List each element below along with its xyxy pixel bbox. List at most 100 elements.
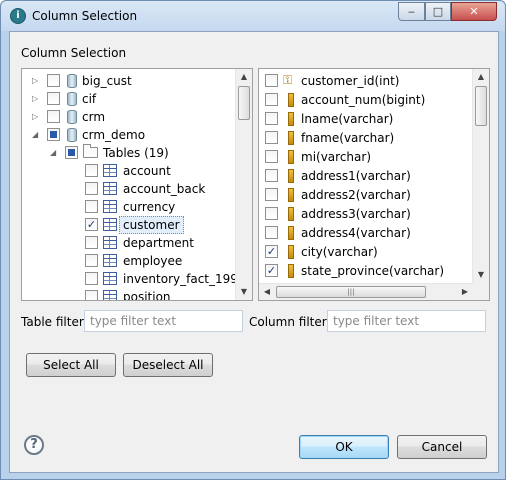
minimize-button[interactable]: ‒ xyxy=(398,2,425,21)
column-checkbox[interactable] xyxy=(265,74,278,87)
column-icon xyxy=(288,169,294,183)
tree-item[interactable]: ◢ crm_demo xyxy=(22,126,236,144)
table-icon xyxy=(103,290,117,300)
scroll-thumb[interactable] xyxy=(238,86,250,120)
tree-item[interactable]: ▷ crm xyxy=(22,108,236,126)
tree-item[interactable]: account_back xyxy=(22,180,236,198)
tree-item-checkbox[interactable] xyxy=(65,146,78,159)
collapse-arrow-icon[interactable]: ◢ xyxy=(50,147,59,159)
tree-item-checkbox[interactable] xyxy=(85,254,98,267)
column-label: address1(varchar) xyxy=(301,169,411,183)
tree-item-checkbox[interactable] xyxy=(85,272,98,285)
column-checkbox[interactable]: ✓ xyxy=(265,245,278,258)
expand-arrow-icon[interactable]: ▷ xyxy=(32,93,41,105)
column-checkbox[interactable] xyxy=(265,188,278,201)
maximize-button[interactable]: □ xyxy=(425,2,451,21)
deselect-all-button[interactable]: Deselect All xyxy=(123,353,213,377)
column-item[interactable]: address3(varchar) xyxy=(259,205,473,223)
column-item[interactable]: account_num(bigint) xyxy=(259,91,473,109)
tree-item-checkbox[interactable] xyxy=(85,236,98,249)
table-icon xyxy=(103,254,117,267)
tree-item-label: crm xyxy=(82,110,106,124)
database-icon xyxy=(67,110,77,124)
columns-horizontal-scrollbar[interactable]: ◀ ||| ▶ xyxy=(259,283,473,300)
column-checkbox[interactable] xyxy=(265,112,278,125)
table-filter-label: Table filter: xyxy=(21,315,88,329)
column-icon xyxy=(288,264,294,278)
tree-item-checkbox[interactable] xyxy=(47,128,60,141)
ok-button[interactable]: OK xyxy=(299,435,389,459)
tree-item-label: crm_demo xyxy=(82,128,146,142)
scroll-thumb[interactable]: ||| xyxy=(276,286,426,298)
tree-item-checkbox[interactable] xyxy=(85,182,98,195)
collapse-arrow-icon[interactable]: ◢ xyxy=(32,129,41,141)
column-item[interactable]: mi(varchar) xyxy=(259,148,473,166)
tree-item-label: account xyxy=(123,164,171,178)
app-icon: i xyxy=(10,8,26,24)
column-filter-input[interactable] xyxy=(327,310,486,332)
tree-item-checkbox[interactable] xyxy=(85,200,98,213)
column-item[interactable]: fname(varchar) xyxy=(259,129,473,147)
table-icon xyxy=(103,200,117,213)
scroll-left-arrow-icon[interactable]: ◀ xyxy=(259,284,275,300)
column-label: city(varchar) xyxy=(301,245,378,259)
column-item[interactable]: address2(varchar) xyxy=(259,186,473,204)
tree-item-checkbox[interactable] xyxy=(47,110,60,123)
column-item[interactable]: address4(varchar) xyxy=(259,224,473,242)
close-button[interactable]: ✕ xyxy=(451,2,497,21)
select-all-button[interactable]: Select All xyxy=(26,353,116,377)
column-item[interactable]: ✓ state_province(varchar) xyxy=(259,262,473,280)
columns-vertical-scrollbar[interactable]: ▲ ▼ xyxy=(472,69,489,283)
scroll-up-arrow-icon[interactable]: ▲ xyxy=(236,69,252,85)
column-checkbox[interactable] xyxy=(265,226,278,239)
column-checkbox[interactable] xyxy=(265,169,278,182)
help-icon[interactable]: ? xyxy=(24,435,44,455)
table-icon xyxy=(103,164,117,177)
tree-item-label: big_cust xyxy=(82,74,132,88)
cancel-button[interactable]: Cancel xyxy=(397,435,487,459)
tree-item[interactable]: ▷ big_cust xyxy=(22,72,236,90)
table-filter-input[interactable] xyxy=(84,310,243,332)
tree-item-checkbox[interactable] xyxy=(47,92,60,105)
database-icon xyxy=(67,128,77,142)
column-checkbox[interactable]: ✓ xyxy=(265,264,278,277)
tree-item-checkbox[interactable] xyxy=(85,290,98,300)
scroll-right-arrow-icon[interactable]: ▶ xyxy=(457,284,473,300)
column-icon xyxy=(288,131,294,145)
column-item[interactable]: lname(varchar) xyxy=(259,110,473,128)
tree-item[interactable]: employee xyxy=(22,252,236,270)
column-checkbox[interactable] xyxy=(265,93,278,106)
title-bar[interactable]: i Column Selection ‒ □ ✕ xyxy=(1,1,505,31)
column-checkbox[interactable] xyxy=(265,131,278,144)
column-label: account_num(bigint) xyxy=(301,93,426,107)
tree-item[interactable]: currency xyxy=(22,198,236,216)
tree-item-checkbox[interactable]: ✓ xyxy=(85,218,98,231)
column-icon xyxy=(288,112,294,126)
tree-item[interactable]: department xyxy=(22,234,236,252)
tree-item[interactable]: account xyxy=(22,162,236,180)
column-label: lname(varchar) xyxy=(301,112,394,126)
tree-item-checkbox[interactable] xyxy=(47,74,60,87)
tree-item-checkbox[interactable] xyxy=(85,164,98,177)
tree-item[interactable]: ✓ customer xyxy=(22,216,236,234)
tree-item[interactable]: position xyxy=(22,288,236,300)
scroll-down-arrow-icon[interactable]: ▼ xyxy=(236,284,252,300)
tree-item[interactable]: inventory_fact_1998 xyxy=(22,270,246,288)
scroll-thumb[interactable] xyxy=(475,86,487,126)
column-checkbox[interactable] xyxy=(265,207,278,220)
column-item[interactable]: ✓ city(varchar) xyxy=(259,243,473,261)
tree-item[interactable]: ◢ Tables (19) xyxy=(22,144,236,162)
tree-item[interactable]: ▷ cif xyxy=(22,90,236,108)
column-label: customer_id(int) xyxy=(301,74,400,88)
column-icon xyxy=(288,150,294,164)
table-icon xyxy=(103,236,117,249)
column-item[interactable]: ⚿ customer_id(int) xyxy=(259,72,473,90)
expand-arrow-icon[interactable]: ▷ xyxy=(32,111,41,123)
expand-arrow-icon[interactable]: ▷ xyxy=(32,75,41,87)
column-checkbox[interactable] xyxy=(265,150,278,163)
scroll-up-arrow-icon[interactable]: ▲ xyxy=(473,69,489,85)
column-list: ⚿ customer_id(int) account_num(bigint)lnam… xyxy=(258,68,490,301)
column-item[interactable]: address1(varchar) xyxy=(259,167,473,185)
tree-vertical-scrollbar[interactable]: ▲ ▼ xyxy=(235,69,252,300)
scroll-down-arrow-icon[interactable]: ▼ xyxy=(473,267,489,283)
